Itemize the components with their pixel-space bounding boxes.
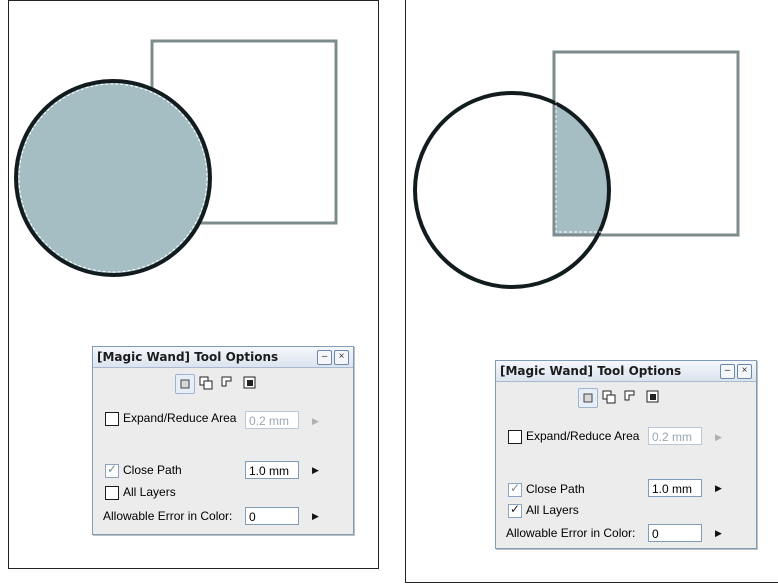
intersection-selection: [554, 95, 607, 235]
expand-reduce-checkbox[interactable]: [508, 430, 522, 444]
intersect-selection-icon[interactable]: [241, 374, 259, 392]
all-layers-label: All Layers: [123, 485, 176, 499]
close-icon[interactable]: ×: [334, 350, 349, 365]
close-path-arrow-icon[interactable]: ▶: [715, 483, 722, 494]
panel-title: [Magic Wand] Tool Options: [500, 364, 682, 378]
new-selection-icon[interactable]: [578, 388, 598, 408]
expand-reduce-checkbox[interactable]: [105, 412, 119, 426]
expand-reduce-label: Expand/Reduce Area: [526, 429, 640, 443]
allowable-error-label: Allowable Error in Color:: [103, 509, 233, 523]
tool-options-panel-right[interactable]: [Magic Wand] Tool Options – × Expand/Red…: [495, 360, 757, 549]
all-layers-checkbox[interactable]: ✓: [508, 502, 522, 518]
all-layers-label: All Layers: [526, 503, 579, 517]
subtract-selection-icon[interactable]: [622, 388, 640, 406]
add-selection-icon[interactable]: [197, 374, 215, 392]
close-path-input[interactable]: 1.0 mm: [648, 479, 702, 497]
allowable-error-label: Allowable Error in Color:: [506, 526, 636, 540]
expand-reduce-arrow-icon[interactable]: ▶: [312, 416, 319, 427]
close-path-checkbox[interactable]: ✓: [508, 481, 522, 497]
close-path-checkbox[interactable]: ✓: [105, 462, 119, 478]
expand-reduce-label: Expand/Reduce Area: [123, 411, 237, 425]
panel-titlebar[interactable]: [Magic Wand] Tool Options – ×: [496, 361, 756, 382]
intersect-selection-icon[interactable]: [644, 388, 662, 406]
minimize-icon[interactable]: –: [720, 364, 735, 379]
close-path-input[interactable]: 1.0 mm: [245, 461, 299, 479]
expand-reduce-input[interactable]: 0.2 mm: [648, 427, 702, 445]
close-path-arrow-icon[interactable]: ▶: [312, 465, 319, 476]
allowable-error-input[interactable]: 0: [245, 507, 299, 525]
all-layers-checkbox[interactable]: [105, 486, 119, 500]
panel-titlebar[interactable]: [Magic Wand] Tool Options – ×: [93, 347, 353, 368]
close-path-label: Close Path: [123, 463, 182, 477]
close-icon[interactable]: ×: [737, 364, 752, 379]
minimize-icon[interactable]: –: [317, 350, 332, 365]
subtract-selection-icon[interactable]: [219, 374, 237, 392]
close-path-label: Close Path: [526, 482, 585, 496]
expand-reduce-arrow-icon[interactable]: ▶: [715, 432, 722, 443]
panel-title: [Magic Wand] Tool Options: [97, 350, 279, 364]
expand-reduce-input[interactable]: 0.2 mm: [245, 411, 299, 429]
allowable-error-input[interactable]: 0: [648, 524, 702, 542]
add-selection-icon[interactable]: [600, 388, 618, 406]
circle-shape-selected: [14, 79, 212, 277]
allowable-error-arrow-icon[interactable]: ▶: [312, 511, 319, 522]
tool-options-panel-left[interactable]: [Magic Wand] Tool Options – × Expand/Red…: [92, 346, 354, 535]
allowable-error-arrow-icon[interactable]: ▶: [715, 528, 722, 539]
new-selection-icon[interactable]: [175, 374, 195, 394]
